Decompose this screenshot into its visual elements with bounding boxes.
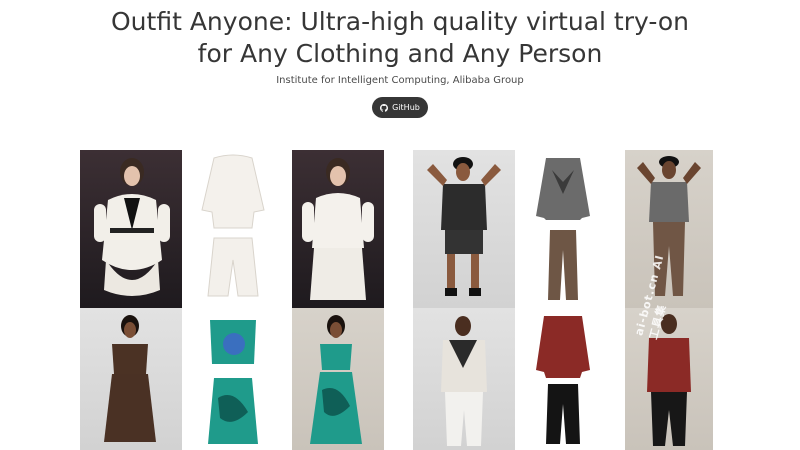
model-photo-1 [80,150,182,308]
garment-4 [532,308,594,450]
github-label: GitHub [392,103,420,112]
github-button[interactable]: GitHub [372,97,428,118]
affiliation: Institute for Intelligent Computing, Ali… [276,75,524,86]
model-photo-4 [413,308,515,450]
garment-1 [192,150,274,308]
try-on-result-1 [292,150,384,308]
page-title: Outfit Anyone: Ultra-high quality virtua… [111,7,689,68]
model-photo-3 [80,308,182,450]
try-on-result-3 [292,308,384,450]
github-icon [380,103,389,112]
garment-2 [532,150,594,308]
garment-3 [192,308,274,450]
model-photo-2 [413,150,515,308]
